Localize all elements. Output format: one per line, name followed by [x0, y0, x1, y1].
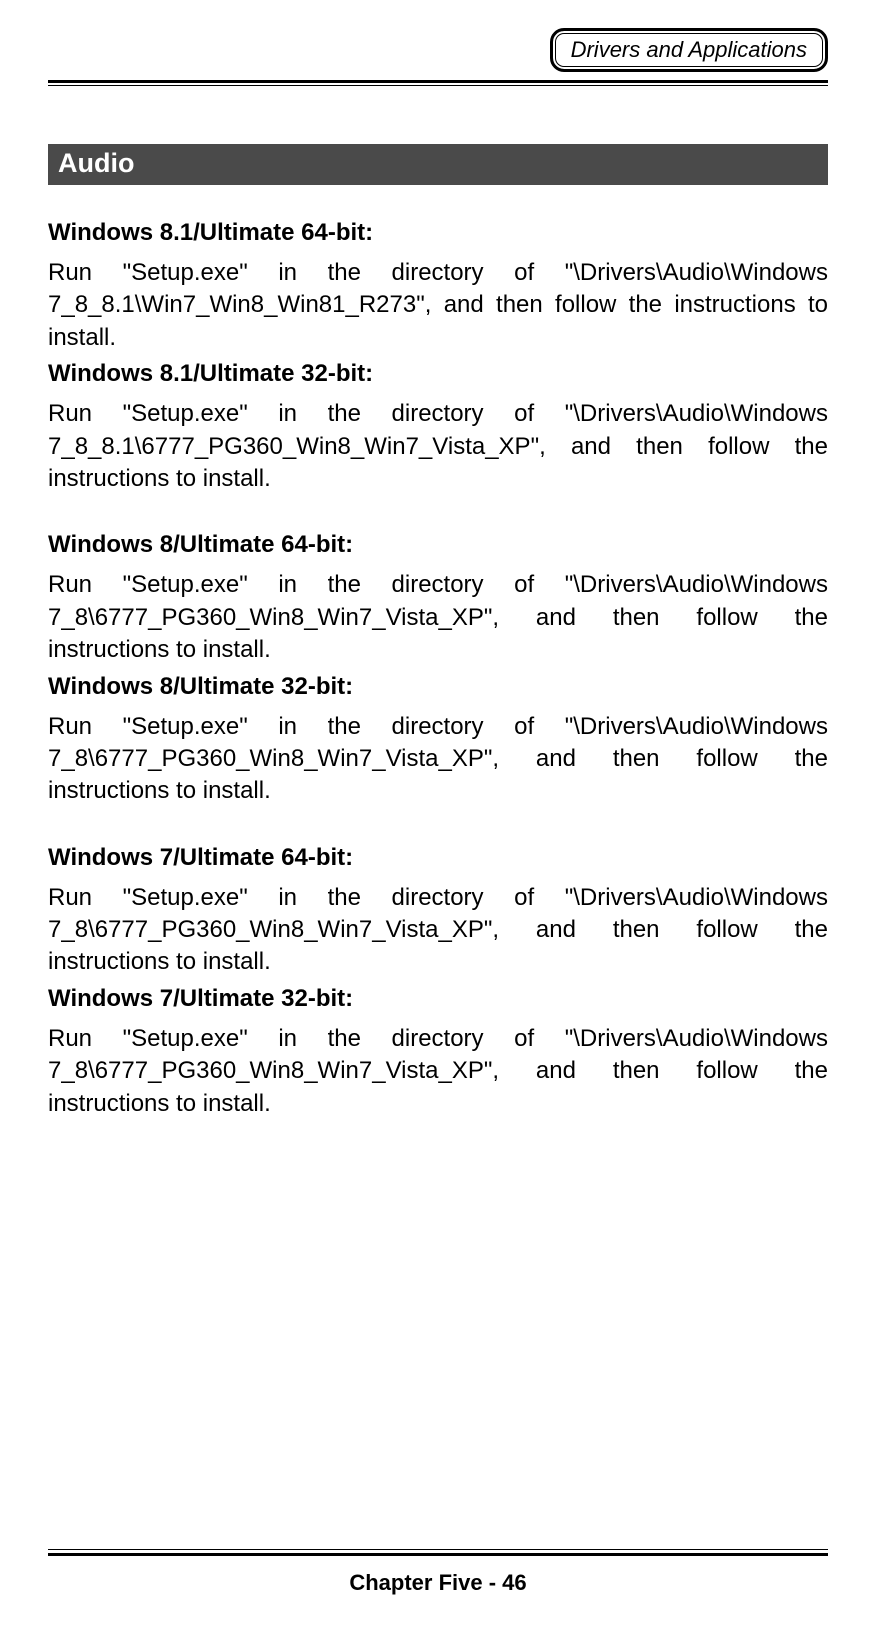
spacer	[48, 501, 828, 531]
body-paragraph: Run "Setup.exe" in the directory of "\Dr…	[48, 569, 828, 666]
footer-text: Chapter Five - 46	[48, 1570, 828, 1596]
section-title-bar: Audio	[48, 144, 828, 185]
subheading: Windows 8.1/Ultimate 32-bit:	[48, 360, 828, 388]
subheading: Windows 7/Ultimate 32-bit:	[48, 985, 828, 1013]
page-footer: Chapter Five - 46	[48, 1549, 828, 1596]
subheading: Windows 8/Ultimate 32-bit:	[48, 673, 828, 701]
bottom-rule	[48, 1549, 828, 1556]
spacer	[48, 814, 828, 844]
header-badge: Drivers and Applications	[550, 28, 828, 72]
body-paragraph: Run "Setup.exe" in the directory of "\Dr…	[48, 398, 828, 495]
body-paragraph: Run "Setup.exe" in the directory of "\Dr…	[48, 882, 828, 979]
subheading: Windows 8/Ultimate 64-bit:	[48, 531, 828, 559]
subheading: Windows 7/Ultimate 64-bit:	[48, 844, 828, 872]
header-badge-row: Drivers and Applications	[48, 28, 828, 72]
body-paragraph: Run "Setup.exe" in the directory of "\Dr…	[48, 1023, 828, 1120]
page-content: Audio Windows 8.1/Ultimate 64-bit: Run "S…	[0, 86, 876, 1120]
body-paragraph: Run "Setup.exe" in the directory of "\Dr…	[48, 257, 828, 354]
content-blocks: Windows 8.1/Ultimate 64-bit: Run "Setup.e…	[48, 219, 828, 1120]
page-header: Drivers and Applications	[0, 0, 876, 72]
subheading: Windows 8.1/Ultimate 64-bit:	[48, 219, 828, 247]
body-paragraph: Run "Setup.exe" in the directory of "\Dr…	[48, 711, 828, 808]
